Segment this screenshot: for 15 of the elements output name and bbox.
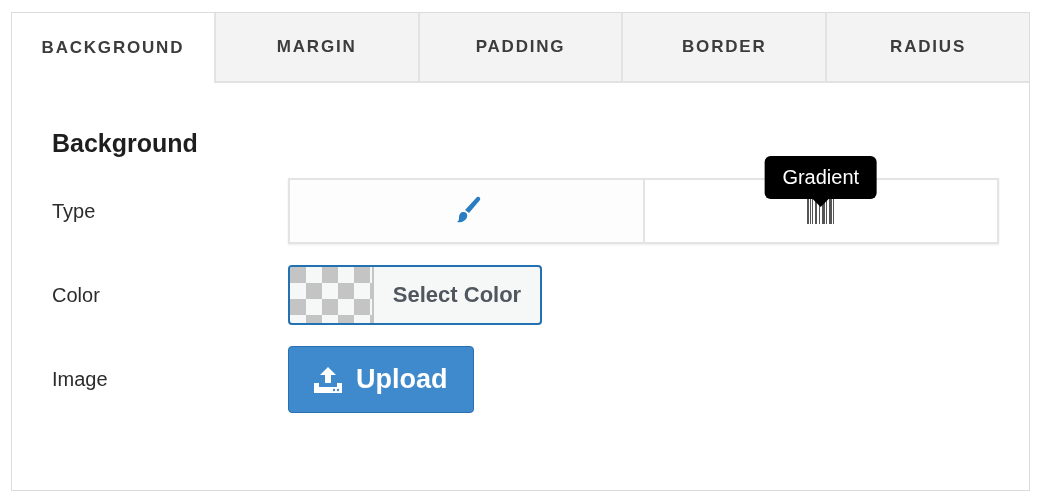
upload-button[interactable]: Upload [288,346,474,413]
field-label: Color [52,283,101,307]
tab[interactable]: PADDING [417,13,622,83]
transparent-swatch-icon [290,267,374,323]
tooltip: Gradient [764,156,878,207]
field-label: Type [52,199,97,223]
type-option[interactable] [290,180,643,242]
tab[interactable]: BORDER [621,13,826,83]
section-title: Background [52,129,199,158]
select-color-button[interactable]: Select Color [288,265,542,325]
tab[interactable]: RADIUS [825,13,1029,83]
upload-icon [314,366,342,393]
barcode-icon [805,198,836,224]
tab[interactable]: MARGIN [213,13,418,83]
field-label: Image [52,368,109,391]
